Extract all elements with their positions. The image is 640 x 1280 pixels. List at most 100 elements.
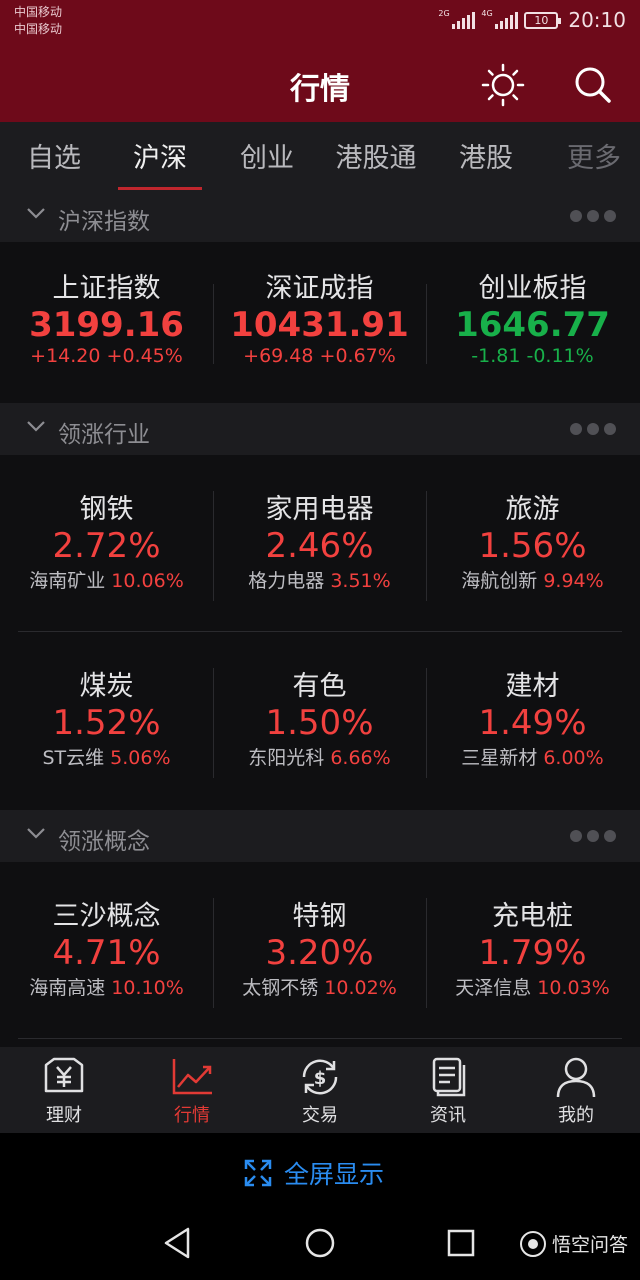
- index-change: +14.20 +0.45%: [30, 345, 183, 367]
- sim2-network-label: 4G: [481, 9, 493, 18]
- index-card-chinext[interactable]: 创业板指 1646.77 -1.81 -0.11%: [426, 266, 639, 367]
- leading-stock: ST云维 5.06%: [0, 743, 213, 770]
- industry-name: 有色: [292, 671, 347, 702]
- system-navigation-bar: 悟空问答: [0, 1208, 640, 1280]
- nav-market[interactable]: 行情: [128, 1055, 256, 1127]
- index-value: 10431.91: [230, 305, 409, 345]
- section-header-indices[interactable]: 沪深指数: [0, 190, 640, 242]
- watermark-text: 悟空问答: [551, 1234, 628, 1256]
- document-icon: [432, 1057, 466, 1097]
- nav-label: 行情: [174, 1105, 210, 1126]
- industry-name: 家用电器: [265, 494, 374, 525]
- industry-name: 钢铁: [79, 494, 134, 525]
- tab-ganggutong[interactable]: 港股通: [330, 136, 422, 190]
- sun-icon: [481, 63, 525, 107]
- chevron-down-icon: [27, 208, 45, 219]
- stock-pct: 10.02%: [324, 977, 397, 999]
- stock-pct: 10.06%: [111, 570, 184, 592]
- tab-watchlist[interactable]: 自选: [18, 136, 90, 190]
- index-change: -1.81 -0.11%: [471, 345, 594, 367]
- industries-panel: 钢铁 2.72% 海南矿业 10.06% 家用电器 2.46% 格力电器 3.5…: [0, 455, 640, 810]
- leading-stock: 三星新材 6.00%: [426, 743, 639, 770]
- industry-card-coal[interactable]: 煤炭 1.52% ST云维 5.06%: [0, 664, 213, 770]
- row-divider: [18, 631, 622, 632]
- stock-pct: 3.51%: [330, 570, 391, 592]
- stock-name: 东阳光科: [248, 747, 325, 769]
- industry-card-building-materials[interactable]: 建材 1.49% 三星新材 6.00%: [426, 664, 639, 770]
- leading-stock: 天泽信息 10.03%: [426, 973, 639, 1000]
- industry-card-steel[interactable]: 钢铁 2.72% 海南矿业 10.06%: [0, 487, 213, 593]
- concept-pct: 4.71%: [52, 933, 161, 973]
- concept-card-charging-pile[interactable]: 充电桩 1.79% 天泽信息 10.03%: [426, 894, 639, 1000]
- clock: 20:10: [568, 8, 626, 32]
- user-icon: [556, 1057, 596, 1098]
- index-card-shenzhen[interactable]: 深证成指 10431.91 +69.48 +0.67%: [213, 266, 426, 367]
- index-name: 上证指数: [52, 273, 161, 304]
- section-title: 领涨概念: [58, 829, 150, 855]
- theme-toggle-button[interactable]: [480, 62, 526, 108]
- tab-more[interactable]: 更多: [558, 136, 630, 190]
- stock-pct: 6.66%: [330, 747, 391, 769]
- home-icon[interactable]: [303, 1226, 337, 1260]
- leading-stock: 海航创新 9.94%: [426, 566, 639, 593]
- indices-panel: 上证指数 3199.16 +14.20 +0.45% 深证成指 10431.91…: [0, 242, 640, 403]
- dollar-exchange-icon: $: [302, 1059, 338, 1095]
- nav-wealth[interactable]: 理财: [0, 1055, 128, 1127]
- stock-name: 三星新材: [461, 747, 538, 769]
- status-bar: 中国移动 中国移动 2G 4G 10 20:10: [0, 0, 640, 42]
- industry-pct: 1.56%: [478, 526, 587, 566]
- stock-name: 格力电器: [248, 570, 325, 592]
- concept-name: 充电桩: [492, 901, 573, 932]
- section-title: 领涨行业: [58, 422, 150, 448]
- industry-name: 建材: [505, 671, 560, 702]
- industry-card-nonferrous[interactable]: 有色 1.50% 东阳光科 6.66%: [213, 664, 426, 770]
- status-icons: 2G 4G 10 20:10: [438, 8, 626, 32]
- more-dots-icon[interactable]: [570, 210, 616, 222]
- section-header-concepts[interactable]: 领涨概念: [0, 810, 640, 862]
- fullscreen-button[interactable]: 全屏显示: [244, 1155, 384, 1191]
- tab-chuangye[interactable]: 创业: [230, 136, 304, 190]
- concept-card-sansha[interactable]: 三沙概念 4.71% 海南高速 10.10%: [0, 894, 213, 1000]
- nav-profile[interactable]: 我的: [512, 1055, 640, 1127]
- nav-label: 理财: [46, 1105, 82, 1126]
- nav-news[interactable]: 资讯: [384, 1055, 512, 1127]
- tab-hu-shen[interactable]: 沪深: [118, 136, 202, 190]
- index-change: +69.48 +0.67%: [243, 345, 396, 367]
- stock-pct: 10.10%: [111, 977, 184, 999]
- stock-pct: 6.00%: [543, 747, 604, 769]
- concept-pct: 3.20%: [265, 933, 374, 973]
- tab-ganggu[interactable]: 港股: [450, 136, 522, 190]
- stock-name: 海南矿业: [29, 570, 106, 592]
- industry-name: 煤炭: [79, 671, 134, 702]
- industry-card-appliances[interactable]: 家用电器 2.46% 格力电器 3.51%: [213, 487, 426, 593]
- fullscreen-label: 全屏显示: [284, 1160, 385, 1189]
- more-dots-icon[interactable]: [570, 830, 616, 842]
- leading-stock: 海南高速 10.10%: [0, 973, 213, 1000]
- section-title: 沪深指数: [58, 209, 150, 235]
- industry-pct: 2.72%: [52, 526, 161, 566]
- more-dots-icon[interactable]: [570, 423, 616, 435]
- index-value: 1646.77: [455, 305, 610, 345]
- industry-pct: 1.49%: [478, 703, 587, 743]
- leading-stock: 东阳光科 6.66%: [213, 743, 426, 770]
- carrier-2: 中国移动: [14, 22, 63, 36]
- recents-icon[interactable]: [446, 1228, 476, 1258]
- chevron-down-icon: [27, 828, 45, 839]
- index-name: 创业板指: [478, 273, 587, 304]
- industry-card-tourism[interactable]: 旅游 1.56% 海航创新 9.94%: [426, 487, 639, 593]
- stock-name: 天泽信息: [455, 977, 532, 999]
- industry-name: 旅游: [505, 494, 560, 525]
- stock-pct: 10.03%: [537, 977, 610, 999]
- back-icon[interactable]: [162, 1226, 194, 1260]
- index-card-shanghai[interactable]: 上证指数 3199.16 +14.20 +0.45%: [0, 266, 213, 367]
- concept-pct: 1.79%: [478, 933, 587, 973]
- svg-text:$: $: [314, 1068, 327, 1089]
- concept-card-special-steel[interactable]: 特钢 3.20% 太钢不锈 10.02%: [213, 894, 426, 1000]
- nav-trade[interactable]: $ 交易: [256, 1055, 384, 1127]
- search-button[interactable]: [570, 62, 616, 108]
- nav-label: 交易: [302, 1105, 338, 1126]
- leading-stock: 太钢不锈 10.02%: [213, 973, 426, 1000]
- concept-name: 三沙概念: [52, 901, 161, 932]
- section-header-industries[interactable]: 领涨行业: [0, 403, 640, 455]
- bottom-navigation: 理财 行情 $ 交易 资讯 我的: [0, 1047, 640, 1133]
